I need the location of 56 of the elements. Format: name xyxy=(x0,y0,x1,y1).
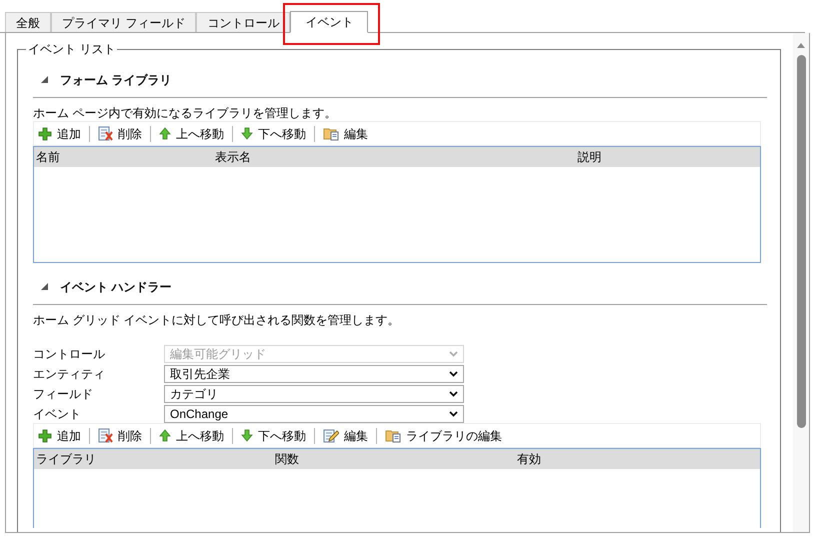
column-header[interactable]: 名前 xyxy=(34,148,213,166)
toolbar-button[interactable]: 上へ移動 xyxy=(159,426,224,446)
folder-document-icon xyxy=(323,126,339,141)
section-description: ホーム グリッド イベントに対して呼び出される関数を管理します。 xyxy=(33,312,401,328)
section-title: フォーム ライブラリ xyxy=(60,72,172,88)
column-header[interactable]: 関数 xyxy=(273,450,515,468)
section-title: イベント ハンドラー xyxy=(60,278,172,296)
toolbar-button[interactable]: 削除 xyxy=(98,426,142,446)
toolbar-button[interactable]: 下へ移動 xyxy=(241,124,306,144)
dropdown: 編集可能グリッド xyxy=(164,345,464,363)
dropdown[interactable]: OnChange xyxy=(164,405,464,423)
scroll-up-icon[interactable] xyxy=(797,43,805,48)
field-label: フィールド xyxy=(33,386,94,403)
toolbar-button[interactable]: 編集 xyxy=(323,426,368,446)
tab[interactable]: プライマリ フィールド xyxy=(51,12,196,32)
column-header[interactable]: 説明 xyxy=(423,148,756,166)
plus-icon xyxy=(38,126,52,140)
dropdown[interactable]: カテゴリ xyxy=(164,385,464,403)
toolbar-button[interactable]: ライブラリの編集 xyxy=(385,426,502,446)
column-header[interactable]: 表示名 xyxy=(213,148,423,166)
toolbar-button[interactable]: 下へ移動 xyxy=(241,426,306,446)
collapse-toggle-icon[interactable] xyxy=(41,76,48,83)
collapse-toggle-icon[interactable] xyxy=(41,283,48,290)
section-description: ホーム ページ内で有効になるライブラリを管理します。 xyxy=(33,105,338,121)
toolbar-button[interactable]: 編集 xyxy=(323,124,368,144)
toolbar-button[interactable]: 追加 xyxy=(38,426,81,446)
tab[interactable]: 全般 xyxy=(5,12,51,32)
arrow-up-icon xyxy=(159,127,171,140)
document-delete-icon xyxy=(98,428,113,443)
scrollbar[interactable] xyxy=(793,33,809,532)
data-grid[interactable]: ライブラリ 関数 有効 xyxy=(33,448,761,528)
scroll-thumb[interactable] xyxy=(796,55,806,428)
column-header[interactable]: ライブラリ xyxy=(34,450,273,468)
arrow-down-icon xyxy=(241,429,253,442)
tab[interactable]: イベント xyxy=(290,11,368,33)
plus-icon xyxy=(38,428,52,442)
toolbar-button[interactable]: 追加 xyxy=(38,124,81,144)
chevron-down-icon xyxy=(449,411,458,417)
chevron-down-icon xyxy=(449,351,458,357)
dropdown[interactable]: 取引先企業 xyxy=(164,365,464,383)
data-grid[interactable]: 名前 表示名 説明 xyxy=(33,146,761,263)
field-label: コントロール xyxy=(33,346,106,363)
tab[interactable]: コントロール xyxy=(196,12,290,32)
chevron-down-icon xyxy=(449,371,458,377)
folder-document-icon xyxy=(385,428,401,443)
group-legend: イベント リスト xyxy=(26,41,118,57)
arrow-down-icon xyxy=(241,127,253,140)
field-label: エンティティ xyxy=(33,366,106,383)
toolbar-button[interactable]: 削除 xyxy=(98,124,142,144)
field-label: イベント xyxy=(33,406,82,423)
column-header[interactable]: 有効 xyxy=(515,450,756,468)
document-delete-icon xyxy=(98,126,113,141)
arrow-up-icon xyxy=(159,429,171,442)
chevron-down-icon xyxy=(449,391,458,397)
toolbar-button[interactable]: 上へ移動 xyxy=(159,124,224,144)
document-pencil-icon xyxy=(323,428,339,444)
